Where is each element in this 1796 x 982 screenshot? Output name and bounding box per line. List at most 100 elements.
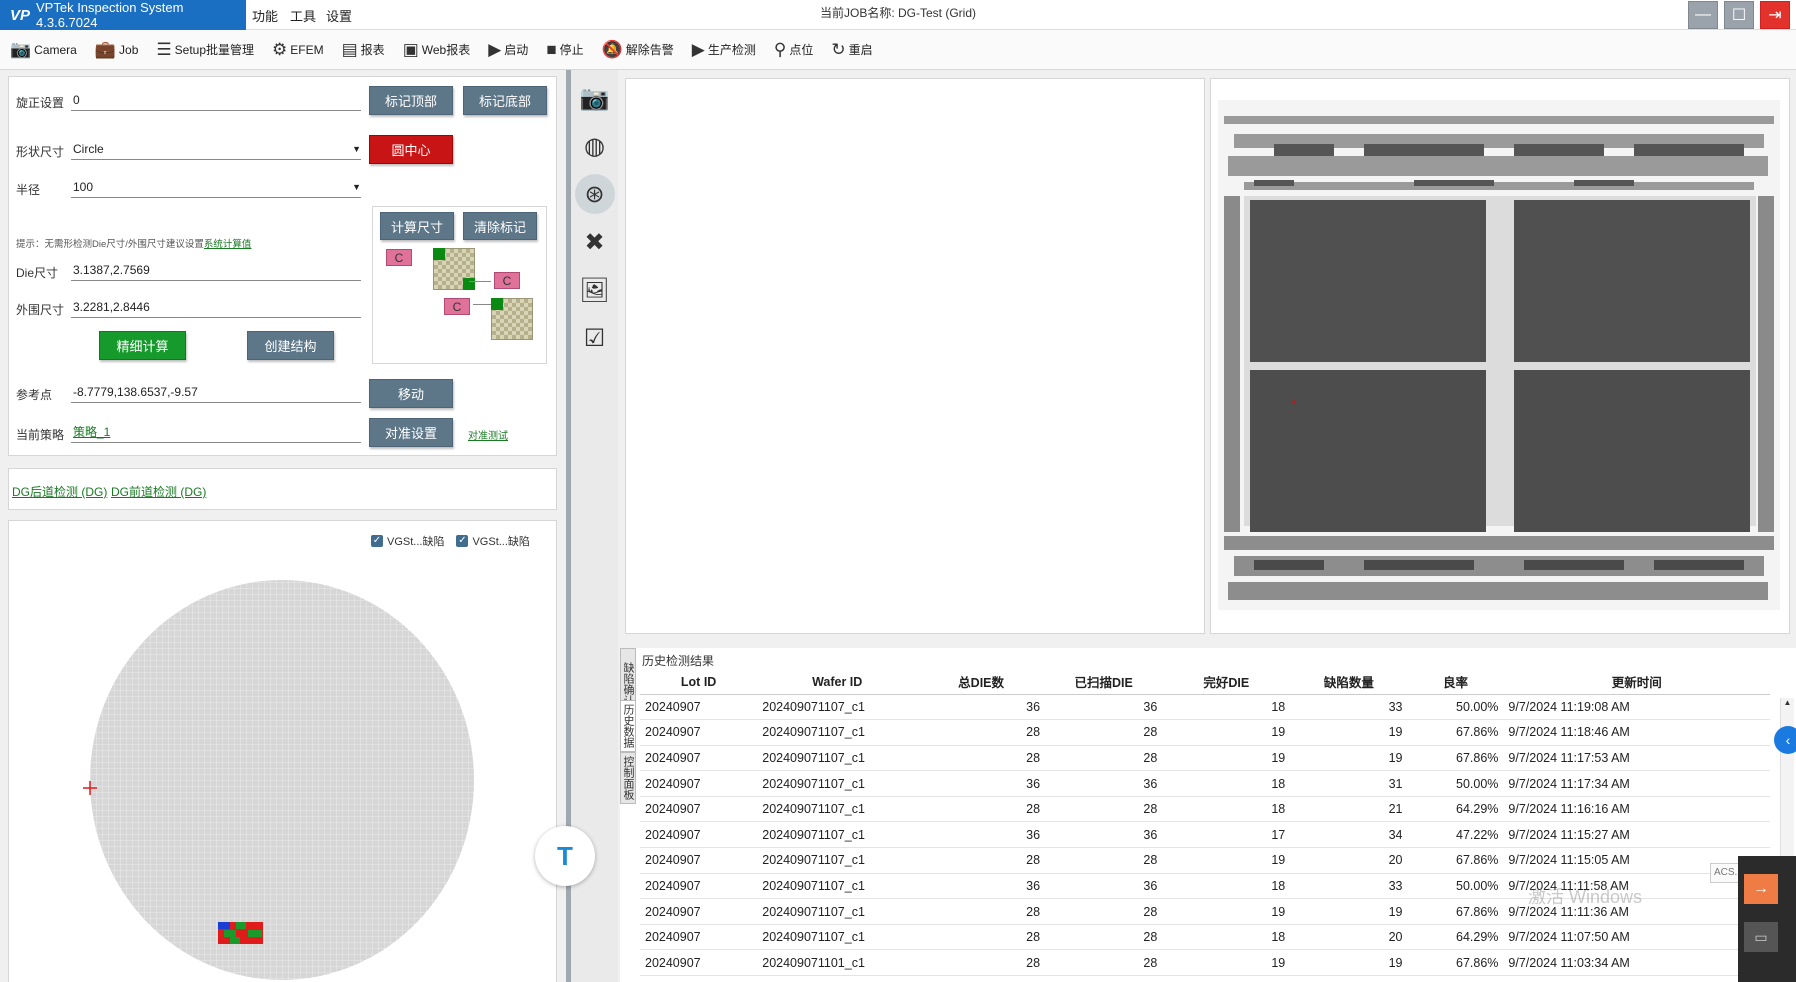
column-header[interactable]: 良率 xyxy=(1407,670,1504,695)
toolbar-item-4[interactable]: ▤ 报表 xyxy=(342,40,385,60)
table-cell: 9/7/2024 11:19:08 AM xyxy=(1503,694,1770,721)
toolbar-item-0[interactable]: 📷 Camera xyxy=(10,40,77,60)
corner-label-c: C xyxy=(444,298,470,315)
tab-control-panel[interactable]: 控制面板 xyxy=(620,752,636,804)
circle-center-button[interactable]: 圆中心 xyxy=(369,135,453,164)
assistant-float-icon[interactable]: T xyxy=(535,826,595,886)
right-edge-pattern xyxy=(1758,196,1774,532)
strategy-input[interactable]: 策略_1 xyxy=(71,421,361,443)
column-header[interactable]: 缺陷数量 xyxy=(1290,670,1408,695)
table-cell: 47.22% xyxy=(1407,821,1504,849)
table-cell: 28 xyxy=(1045,847,1163,874)
strategy-value[interactable]: 策略_1 xyxy=(73,423,110,440)
column-header[interactable]: 完好DIE xyxy=(1162,670,1291,695)
table-cell: 202409071107_c1 xyxy=(757,796,918,823)
fine-calc-button[interactable]: 精细计算 xyxy=(99,331,186,360)
table-row[interactable]: 20240907 202409071101_c1 28 28 19 19 67.86% 9/7… xyxy=(640,949,1770,977)
table-cell: 202409071107_c1 xyxy=(757,745,918,772)
table-cell: 28 xyxy=(917,949,1046,977)
table-cell: 67.86% xyxy=(1407,949,1504,977)
system-calc-link[interactable]: 系统计算值 xyxy=(204,239,252,250)
collapse-panel-icon[interactable]: ‹ xyxy=(1774,726,1796,754)
toolbar-item-9[interactable]: ▶ 生产检测 xyxy=(692,40,756,60)
column-header[interactable]: 已扫描DIE xyxy=(1045,670,1163,695)
maximize-button[interactable]: ☐ xyxy=(1724,1,1754,29)
grid-sphere-icon[interactable]: ◍ xyxy=(575,126,615,166)
align-test-link[interactable]: 对准测试 xyxy=(468,427,508,442)
checklist-icon[interactable]: ☑ xyxy=(575,318,615,358)
table-cell: 67.86% xyxy=(1407,719,1504,746)
toolbar-item-label: 停止 xyxy=(559,43,584,57)
table-row[interactable]: 20240907 202409071107_c1 28 28 19 19 67.86% 9/7… xyxy=(640,719,1770,746)
table-cell: 202409071107_c1 xyxy=(757,898,918,925)
alarm-off-icon: 🔕 xyxy=(601,39,623,59)
mark-top-button[interactable]: 标记顶部 xyxy=(369,86,453,115)
toolbar-item-11[interactable]: ↻ 重启 xyxy=(831,40,872,60)
wafer-settings-icon[interactable]: ⊛ xyxy=(574,174,615,214)
move-button[interactable]: 移动 xyxy=(369,379,453,408)
close-button[interactable]: ⇥ xyxy=(1760,1,1790,29)
toolbar-item-1[interactable]: 💼 Job xyxy=(95,40,139,60)
table-row[interactable]: 20240907 202409071107_c1 28 28 18 20 64.29% 9/7… xyxy=(640,924,1770,951)
table-cell: 36 xyxy=(1045,821,1163,849)
tools-icon[interactable]: ✖ xyxy=(575,222,615,262)
toolbar-item-8[interactable]: 🔕 解除告警 xyxy=(602,40,674,60)
toolbar-item-10[interactable]: ⚲ 点位 xyxy=(774,40,813,60)
toolbar-item-label: 点位 xyxy=(789,43,814,57)
table-row[interactable]: 20240907 202409071107_c1 28 28 19 19 67.86% 9/7… xyxy=(640,745,1770,772)
mark-bottom-button[interactable]: 标记底部 xyxy=(463,86,547,115)
toolbar-item-7[interactable]: ■ 停止 xyxy=(546,40,583,60)
defect-filter-check-2[interactable]: ✓ VGSt...缺陷 xyxy=(456,533,530,549)
scroll-up-icon[interactable]: ▲ xyxy=(1781,698,1794,707)
tab-history-data[interactable]: 历史数据 xyxy=(620,700,636,752)
rotation-input[interactable]: 0 xyxy=(71,89,361,111)
outer-size-input[interactable]: 3.2281,2.8446 xyxy=(71,296,361,318)
table-cell: 28 xyxy=(1045,898,1163,925)
ref-point-input[interactable]: -8.7779,138.6537,-9.57 xyxy=(71,381,361,403)
radius-select[interactable]: 100 ▼ xyxy=(71,176,361,198)
table-row[interactable]: 20240907 202409071107_c1 28 28 19 20 67.86% 9/7… xyxy=(640,847,1770,874)
shape-label: 形状尺寸 xyxy=(16,145,65,159)
clear-marks-button[interactable]: 清除标记 xyxy=(463,212,537,240)
toolbar-item-5[interactable]: ▣ Web报表 xyxy=(403,40,471,60)
strategy-label: 当前策略 xyxy=(16,428,65,442)
table-row[interactable]: 20240907 202409071107_c1 28 28 18 21 64.29% 9/7… xyxy=(640,796,1770,823)
column-header[interactable]: 更新时间 xyxy=(1503,670,1770,695)
defect-filter-checks: ✓ VGSt...缺陷 ✓ VGSt...缺陷 xyxy=(371,533,542,549)
die-quadrant xyxy=(1250,200,1486,362)
column-header[interactable]: 总DIE数 xyxy=(917,670,1046,695)
table-row[interactable]: 20240907 202409071107_c1 36 36 18 33 50.00% 9/7… xyxy=(640,694,1770,721)
die-size-input[interactable]: 3.1387,2.7569 xyxy=(71,259,361,281)
defect-filter-check-1[interactable]: ✓ VGSt...缺陷 xyxy=(371,533,444,549)
chat-icon[interactable]: ▭ xyxy=(1744,922,1778,952)
dg-pre-link[interactable]: DG前道检测 (DG) xyxy=(111,483,206,500)
toolbar-item-3[interactable]: ⚙ EFEM xyxy=(272,40,324,60)
column-header[interactable]: Wafer ID xyxy=(757,670,918,695)
table-cell: 20240907 xyxy=(640,924,758,951)
results-table: Lot ID Wafer ID 总DIE数 已扫描DIE 完好DIE 缺陷数量 良率 更新时间… xyxy=(640,670,1770,977)
wafer-map[interactable] xyxy=(60,570,520,980)
camera-icon[interactable]: 📷 xyxy=(575,78,615,118)
shape-select[interactable]: Circle ▼ xyxy=(71,138,361,160)
floating-dock: → ▭ xyxy=(1738,856,1796,982)
toolbar-item-2[interactable]: ☰ Setup批量管理 xyxy=(156,40,254,60)
minimize-button[interactable]: — xyxy=(1688,1,1718,29)
live-camera-view[interactable] xyxy=(625,78,1205,634)
table-row[interactable]: 20240907 202409071107_c1 36 36 17 34 47.22% 9/7… xyxy=(640,821,1770,849)
die-quadrant xyxy=(1514,200,1750,362)
align-settings-button[interactable]: 对准设置 xyxy=(369,418,453,447)
toolbar-item-6[interactable]: ▶ 启动 xyxy=(488,40,528,60)
arrow-right-icon[interactable]: → xyxy=(1744,874,1778,904)
column-header[interactable]: Lot ID xyxy=(640,670,758,695)
calc-size-button[interactable]: 计算尺寸 xyxy=(380,212,454,240)
table-cell: 19 xyxy=(1162,745,1291,772)
table-row[interactable]: 20240907 202409071107_c1 36 36 18 31 50.00% 9/7… xyxy=(640,770,1770,797)
die-image xyxy=(1218,100,1780,610)
image-icon[interactable]: 🖼 xyxy=(575,270,615,310)
table-cell: 20240907 xyxy=(640,873,758,900)
table-cell: 20240907 xyxy=(640,719,758,746)
radius-label: 半径 xyxy=(16,183,41,197)
dg-post-link[interactable]: DG后道检测 (DG) xyxy=(12,483,107,500)
toolbar: 📷 Camera 💼 Job ☰ Setup批量管理 ⚙ EFEM ▤ 报表 ▣ Web报表 ▶ 启动 ■ 停… xyxy=(0,30,1796,70)
create-structure-button[interactable]: 创建结构 xyxy=(247,331,334,360)
